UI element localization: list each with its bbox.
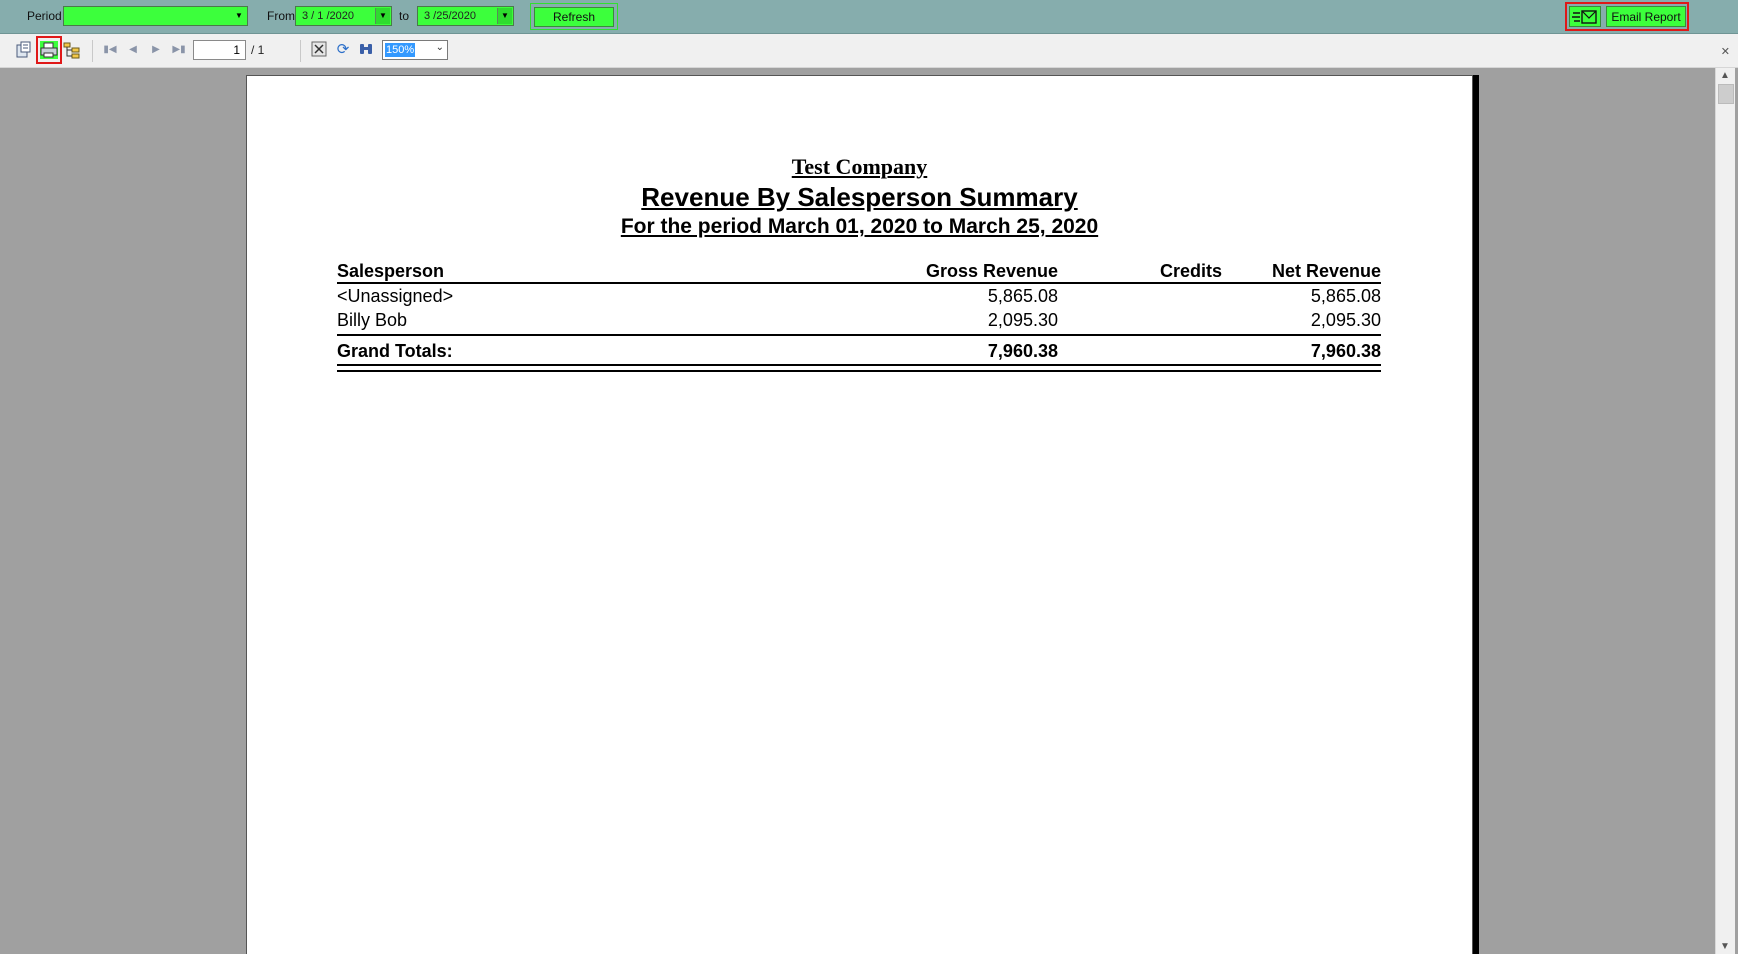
vertical-scrollbar[interactable]: ▲ ▼ [1715,68,1735,954]
scroll-down-icon[interactable]: ▼ [1720,941,1730,952]
period-label: Period [27,9,62,23]
scroll-thumb[interactable] [1718,84,1734,104]
calendar-dropdown-icon[interactable]: ▼ [375,8,390,24]
net-revenue-cell: 5,865.08 [1310,286,1381,306]
print-icon[interactable] [40,41,58,59]
toolbar-separator [300,40,301,62]
next-page-icon[interactable]: ▶ [147,41,165,59]
stop-icon[interactable] [310,41,328,59]
table-header: Salesperson Gross Revenue Credits Net Re… [337,260,1381,284]
from-date-value: 3 / 1 /2020 [302,10,354,22]
to-label: to [399,9,410,23]
refresh-button[interactable]: Refresh [534,7,614,27]
salesperson-cell: <Unassigned> [337,286,454,306]
report-table: Salesperson Gross Revenue Credits Net Re… [337,260,1381,372]
filter-bar: Period ▼ From 3 / 1 /2020 ▼ to 3 /25/202… [0,0,1738,34]
from-date-picker[interactable]: 3 / 1 /2020 ▼ [295,6,392,26]
calendar-dropdown-icon[interactable]: ▼ [497,8,512,24]
from-label: From [267,9,295,23]
email-icon-button[interactable] [1569,6,1601,27]
net-revenue-cell: 2,095.30 [1310,310,1381,330]
grand-total-net: 7,960.38 [1310,341,1381,361]
close-icon[interactable]: ✕ [1721,45,1730,58]
export-icon[interactable] [14,41,32,59]
column-header-net-revenue: Net Revenue [1271,261,1381,281]
report-subtitle: For the period March 01, 2020 to March 2… [620,215,1099,238]
column-header-credits: Credits [1159,261,1222,281]
page-total: / 1 [251,43,265,57]
refresh-icon[interactable]: ⟳ [334,41,352,59]
gross-revenue-cell: 5,865.08 [987,286,1058,306]
report-page: Test Company Revenue By Salesperson Summ… [246,75,1473,954]
report-title: Revenue By Salesperson Summary [641,182,1078,212]
report-viewer: Test Company Revenue By Salesperson Summ… [5,68,1715,954]
search-icon[interactable] [357,41,375,59]
previous-page-icon[interactable]: ◀ [124,41,142,59]
grand-totals-row: Grand Totals: 7,960.38 7,960.38 [337,334,1381,362]
group-tree-icon[interactable] [63,41,81,59]
column-header-salesperson: Salesperson [337,261,445,281]
toolbar-separator [92,40,93,62]
email-report-button[interactable]: Email Report [1606,6,1686,27]
grand-total-gross: 7,960.38 [987,341,1058,361]
gross-revenue-cell: 2,095.30 [987,310,1058,330]
page-number-input[interactable]: 1 [193,40,246,60]
period-select[interactable]: ▼ [63,6,248,26]
to-date-value: 3 /25/2020 [424,10,476,22]
last-page-icon[interactable]: ▶▮ [170,41,188,59]
table-row: Billy Bob 2,095.30 2,095.30 [337,308,1381,332]
zoom-value: 150% [385,43,416,57]
scroll-up-icon[interactable]: ▲ [1720,70,1730,81]
chevron-down-icon[interactable]: ▼ [232,8,246,24]
column-header-gross-revenue: Gross Revenue [925,261,1058,281]
double-underline [337,364,1381,372]
email-icon [1572,10,1597,24]
table-row: <Unassigned> 5,865.08 5,865.08 [337,284,1381,308]
chevron-down-icon[interactable]: ⌄ [436,42,444,53]
first-page-icon[interactable]: ▮◀ [101,41,119,59]
zoom-select[interactable]: 150% ⌄ [382,40,448,60]
grand-totals-label: Grand Totals: [337,341,453,361]
to-date-picker[interactable]: 3 /25/2020 ▼ [417,6,514,26]
viewer-toolbar: ▮◀ ◀ ▶ ▶▮ 1 / 1 ⟳ 150% ⌄ ✕ [0,34,1738,68]
salesperson-cell: Billy Bob [337,310,408,330]
company-name: Test Company [791,154,928,179]
